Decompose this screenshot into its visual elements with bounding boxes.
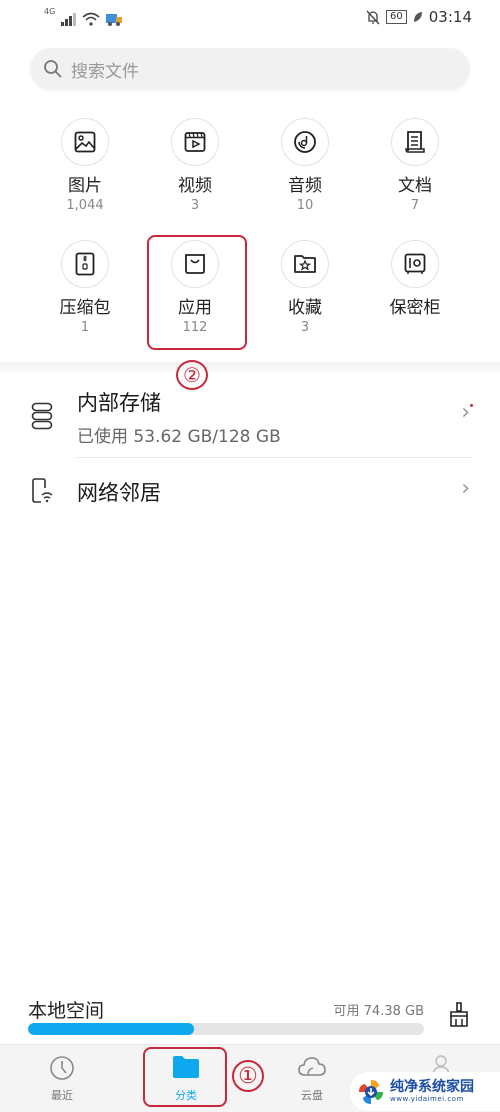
category-name: 文档 bbox=[398, 176, 432, 196]
local-space-panel: 本地空间 可用 74.38 GB bbox=[0, 990, 500, 1042]
audio-icon bbox=[294, 131, 316, 153]
chevron-right-icon: › bbox=[461, 476, 470, 501]
mute-bell-icon bbox=[366, 10, 380, 24]
section-divider bbox=[0, 362, 500, 372]
clock-icon bbox=[50, 1056, 74, 1080]
category-documents[interactable]: 文档 7 bbox=[360, 118, 470, 214]
location-usage: 已使用 53.62 GB/128 GB bbox=[77, 427, 281, 447]
safe-icon bbox=[404, 253, 426, 274]
location-title: 内部存储 bbox=[77, 391, 161, 415]
signal-icon bbox=[61, 13, 76, 26]
tab-recent[interactable]: 最近 bbox=[2, 1045, 122, 1112]
document-icon bbox=[405, 131, 425, 153]
category-count: 3 bbox=[190, 198, 200, 213]
favorite-folder-icon bbox=[294, 255, 316, 273]
annotation-highlight-apps bbox=[147, 235, 247, 350]
category-name: 图片 bbox=[68, 176, 102, 196]
row-divider bbox=[75, 457, 472, 458]
cleanup-broom-icon[interactable] bbox=[448, 1002, 470, 1028]
search-input[interactable]: 搜索文件 bbox=[30, 48, 470, 90]
category-count: 1 bbox=[80, 320, 90, 335]
local-space-label: 本地空间 bbox=[28, 1000, 105, 1022]
new-dot-badge bbox=[470, 404, 473, 407]
archive-icon bbox=[75, 252, 95, 276]
category-favorites[interactable]: 收藏 3 bbox=[250, 240, 360, 336]
watermark-title: 纯净系统家园 bbox=[390, 1078, 474, 1095]
watermark: 纯净系统家园 www.yidaimei.com bbox=[350, 1072, 500, 1111]
battery-icon: 60 bbox=[386, 10, 407, 24]
status-bar: 4G 60 03:14 bbox=[0, 0, 500, 36]
category-name: 保密柜 bbox=[389, 298, 441, 318]
category-name: 音频 bbox=[288, 176, 322, 196]
wifi-icon bbox=[82, 12, 100, 26]
internal-storage-row[interactable]: 内部存储 已使用 53.62 GB/128 GB › bbox=[0, 380, 500, 458]
leaf-icon bbox=[413, 12, 422, 22]
category-audio[interactable]: 音频 10 bbox=[250, 118, 360, 214]
category-archives[interactable]: 压缩包 1 bbox=[30, 240, 140, 336]
annotation-step-1: ① bbox=[232, 1060, 264, 1092]
category-count: 3 bbox=[300, 320, 310, 335]
storage-usage-fill bbox=[28, 1023, 194, 1035]
network-type: 4G bbox=[44, 7, 56, 16]
storage-usage-bar bbox=[28, 1023, 424, 1035]
network-neighbors-row[interactable]: 网络邻居 › bbox=[0, 460, 500, 524]
storage-icon bbox=[31, 402, 53, 430]
category-name: 压缩包 bbox=[59, 298, 111, 318]
network-device-icon bbox=[32, 478, 53, 503]
category-count: 10 bbox=[296, 198, 314, 213]
category-count: 7 bbox=[410, 198, 420, 213]
app-notification-icon bbox=[105, 14, 122, 26]
category-count: 1,044 bbox=[66, 198, 104, 213]
category-videos[interactable]: 视频 3 bbox=[140, 118, 250, 214]
category-name: 收藏 bbox=[288, 298, 322, 318]
video-icon bbox=[184, 132, 206, 152]
search-placeholder: 搜索文件 bbox=[71, 61, 139, 82]
cloud-icon bbox=[298, 1057, 326, 1076]
chevron-right-icon: › bbox=[461, 400, 470, 425]
watermark-url: www.yidaimei.com bbox=[390, 1094, 464, 1103]
category-name: 视频 bbox=[178, 176, 212, 196]
annotation-highlight-categories-tab bbox=[143, 1047, 227, 1107]
location-title: 网络邻居 bbox=[77, 481, 161, 505]
search-icon bbox=[44, 60, 62, 78]
tab-label: 最近 bbox=[51, 1089, 73, 1102]
available-space: 可用 74.38 GB bbox=[333, 1004, 424, 1019]
category-safe[interactable]: 保密柜 bbox=[360, 240, 470, 320]
image-icon bbox=[74, 131, 96, 153]
watermark-logo-icon bbox=[359, 1079, 383, 1104]
category-images[interactable]: 图片 1,044 bbox=[30, 118, 140, 214]
clock-time: 03:14 bbox=[428, 8, 472, 26]
